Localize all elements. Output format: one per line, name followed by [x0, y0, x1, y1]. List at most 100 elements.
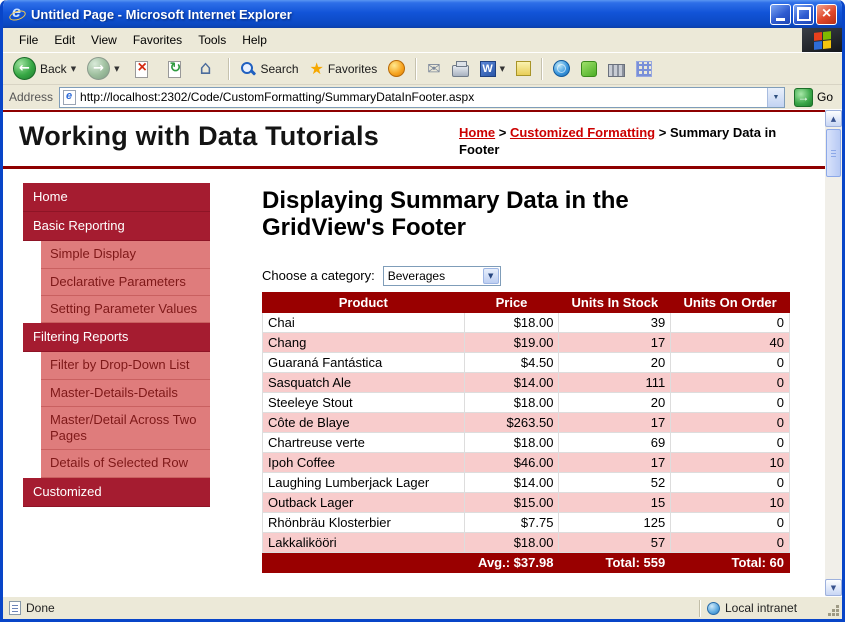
scroll-up-icon[interactable] [825, 110, 842, 127]
grid-cell: 0 [671, 432, 790, 452]
grid-footer-cell: Total: 559 [559, 552, 671, 572]
grid-cell: 17 [559, 452, 671, 472]
address-dropdown-icon[interactable] [767, 88, 784, 107]
grid-cell: Lakkalikööri [263, 532, 465, 552]
address-input[interactable] [80, 90, 763, 104]
menu-file[interactable]: File [11, 30, 46, 50]
close-button[interactable] [816, 4, 837, 25]
grid-cell: 15 [559, 492, 671, 512]
media-button[interactable] [384, 59, 409, 78]
breadcrumb-link[interactable]: Home [459, 125, 495, 140]
grid-cell: Ipoh Coffee [263, 452, 465, 472]
breadcrumb-link[interactable]: Customized Formatting [510, 125, 655, 140]
edit-with-word-button[interactable] [476, 60, 509, 78]
grid-cell: 10 [671, 492, 790, 512]
grid-cell: $14.00 [464, 472, 559, 492]
grid-cell: 111 [559, 372, 671, 392]
scroll-track[interactable] [825, 127, 842, 579]
menu-edit[interactable]: Edit [46, 30, 83, 50]
grid-cell: Sasquatch Ale [263, 372, 465, 392]
grid-row: Laughing Lumberjack Lager$14.00520 [263, 472, 790, 492]
refresh-button[interactable] [159, 57, 189, 81]
quick-links-button[interactable] [632, 60, 656, 78]
scroll-thumb[interactable] [826, 129, 841, 177]
messenger-icon [581, 61, 597, 77]
title-bar[interactable]: Untitled Page - Microsoft Internet Explo… [3, 0, 842, 28]
menu-favorites[interactable]: Favorites [125, 30, 190, 50]
grid-cell: Laughing Lumberjack Lager [263, 472, 465, 492]
stop-icon [130, 58, 152, 80]
edit-dropdown-icon[interactable] [500, 65, 505, 73]
page-body: HomeBasic ReportingSimple DisplayDeclara… [3, 183, 825, 573]
research-button[interactable] [604, 60, 629, 78]
page-title: Displaying Summary Data in the GridView'… [262, 187, 732, 242]
sidebar-item[interactable]: Details of Selected Row [41, 450, 210, 477]
stop-button[interactable] [126, 57, 156, 81]
forward-dropdown-icon[interactable] [114, 65, 119, 73]
mail-icon [427, 59, 440, 78]
back-icon [13, 57, 36, 80]
grid-cell: 0 [671, 372, 790, 392]
mail-button[interactable] [423, 58, 444, 79]
grid-row: Rhönbräu Klosterbier$7.751250 [263, 512, 790, 532]
category-label: Choose a category: [262, 268, 375, 283]
grid-cell: $18.00 [464, 392, 559, 412]
web-browser-extension-button[interactable] [549, 59, 574, 78]
sidebar-item[interactable]: Setting Parameter Values [41, 296, 210, 323]
sidebar-item[interactable]: Filter by Drop-Down List [41, 352, 210, 379]
chevron-down-icon[interactable] [483, 268, 499, 284]
menu-view[interactable]: View [83, 30, 125, 50]
search-label: Search [260, 62, 298, 76]
sidebar-item[interactable]: Declarative Parameters [41, 269, 210, 296]
sidebar-item[interactable]: Master-Details-Details [41, 380, 210, 407]
favorites-label: Favorites [328, 62, 377, 76]
sidebar-item[interactable]: Home [23, 183, 210, 212]
scroll-down-icon[interactable] [825, 579, 842, 596]
vertical-scrollbar[interactable] [825, 110, 842, 596]
grid-cell: 125 [559, 512, 671, 532]
back-button[interactable]: Back [9, 56, 80, 81]
sidebar-nav: HomeBasic ReportingSimple DisplayDeclara… [23, 183, 210, 507]
grid-cell: Chang [263, 332, 465, 352]
grid-cell: 20 [559, 392, 671, 412]
products-gridview: ProductPriceUnits In StockUnits On Order… [262, 292, 790, 573]
forward-icon [87, 57, 110, 80]
grid-header-cell: Price [464, 292, 559, 312]
status-zone-panel: Local intranet [701, 601, 826, 615]
grid-cell: 40 [671, 332, 790, 352]
sidebar-item[interactable]: Filtering Reports [23, 323, 210, 352]
breadcrumb-separator: > [655, 125, 670, 140]
go-arrow-icon [794, 88, 813, 107]
page-masthead: Working with Data Tutorials Home > Custo… [3, 112, 825, 169]
sidebar-item[interactable]: Basic Reporting [23, 212, 210, 241]
grid-cell: 0 [671, 472, 790, 492]
search-button[interactable]: Search [236, 60, 302, 78]
favorites-button[interactable]: Favorites [306, 58, 382, 79]
grid-cell: $18.00 [464, 312, 559, 332]
go-button[interactable]: Go [791, 87, 836, 108]
category-select[interactable]: Beverages [383, 266, 501, 286]
grid-header-row: ProductPriceUnits In StockUnits On Order [263, 292, 790, 312]
menu-tools[interactable]: Tools [190, 30, 234, 50]
sidebar-item[interactable]: Master/Detail Across Two Pages [41, 407, 210, 451]
minimize-button[interactable] [770, 4, 791, 25]
back-dropdown-icon[interactable] [71, 65, 76, 73]
home-button[interactable] [192, 57, 222, 81]
menu-bar: FileEditViewFavoritesToolsHelp [3, 28, 842, 53]
print-button[interactable] [448, 60, 473, 78]
grid-footer-cell: Total: 60 [671, 552, 790, 572]
forward-button[interactable] [83, 56, 123, 81]
resize-grip[interactable] [826, 597, 842, 619]
security-zone-text: Local intranet [725, 601, 797, 615]
windows-logo-throbber [802, 28, 842, 52]
sidebar-item[interactable]: Simple Display [41, 241, 210, 268]
grid-cell: Outback Lager [263, 492, 465, 512]
maximize-button[interactable] [793, 4, 814, 25]
grid-cell: $15.00 [464, 492, 559, 512]
menu-help[interactable]: Help [234, 30, 275, 50]
discuss-button[interactable] [512, 60, 535, 77]
grid-cell: Rhönbräu Klosterbier [263, 512, 465, 532]
ie-app-icon [8, 5, 26, 23]
sidebar-item[interactable]: Customized [23, 478, 210, 507]
messenger-button[interactable] [577, 60, 601, 78]
